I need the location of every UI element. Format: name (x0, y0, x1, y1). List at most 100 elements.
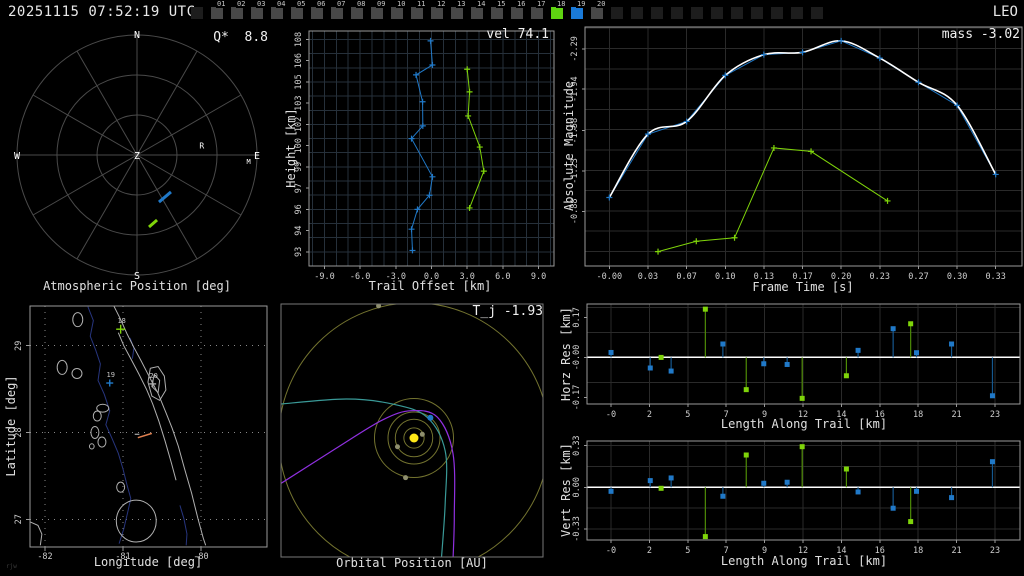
frame-cell-empty-25 (690, 0, 710, 22)
svg-text:0.30: 0.30 (947, 272, 967, 282)
svg-text:-0: -0 (606, 546, 616, 556)
frame-cell-empty-29 (770, 0, 790, 22)
svg-text:9.0: 9.0 (531, 272, 546, 282)
frame-cell-06[interactable]: 06 (310, 0, 330, 22)
frame-cell-17[interactable]: 17 (530, 0, 550, 22)
frame-cell-02[interactable]: 02 (230, 0, 250, 22)
frame-square (271, 7, 283, 19)
svg-text:Z: Z (134, 151, 140, 162)
svg-text:19: 19 (107, 371, 115, 379)
frame-square (231, 7, 243, 19)
frame-cell-08[interactable]: 08 (350, 0, 370, 22)
station-marker-19: 19 (106, 371, 115, 387)
svg-text:0.27: 0.27 (908, 272, 928, 282)
frame-square (591, 7, 603, 19)
svg-text:-2.29: -2.29 (570, 36, 580, 62)
frame-cell-15[interactable]: 15 (490, 0, 510, 22)
frame-selector-strip[interactable]: 01 02 03 04 05 06 07 08 09 10 11 12 13 14 15 16 17 18 19 20 (190, 0, 830, 22)
frame-number: 07 (336, 0, 347, 8)
vert-res-chart-grid (587, 441, 1020, 540)
frame-cell-05[interactable]: 05 (290, 0, 310, 22)
frame-square (631, 7, 643, 19)
frame-square (191, 7, 203, 19)
timestamp: 20251115 07:52:19 UTC (8, 4, 196, 20)
frame-square (311, 7, 323, 19)
svg-text:5: 5 (685, 546, 690, 556)
frame-number: 12 (436, 0, 447, 8)
svg-text:108: 108 (294, 32, 304, 47)
frame-cell-empty-23 (650, 0, 670, 22)
frame-number: 08 (356, 0, 367, 8)
length-along-trail-xlabel-2: Length Along Trail [km] (720, 554, 888, 568)
magnitude-chart: -0.00 0.03 0.07 0.10 0.13 0.17 0.20 0.23 0.27 0.3… (570, 26, 1023, 282)
frame-cell-empty-22 (630, 0, 650, 22)
frame-number: 05 (296, 0, 307, 8)
svg-text:0.33: 0.33 (985, 272, 1005, 282)
height-ylabel: Height [km] (284, 108, 298, 188)
svg-text:0.03: 0.03 (638, 272, 658, 282)
svg-text:23: 23 (990, 410, 1000, 420)
frame-square (451, 7, 463, 19)
tisserand-label: T_j -1.93 (472, 304, 543, 319)
frame-cell-empty-26 (710, 0, 730, 22)
svg-text:W: W (14, 151, 21, 162)
svg-text:-0.17: -0.17 (572, 385, 582, 411)
svg-text:0.17: 0.17 (572, 307, 582, 327)
frame-cell-12[interactable]: 12 (430, 0, 450, 22)
frame-cell-11[interactable]: 11 (410, 0, 430, 22)
svg-text:-0: -0 (606, 410, 616, 420)
frame-cell-16[interactable]: 16 (510, 0, 530, 22)
vert-res-ylabel: Vert Res [km] (559, 443, 573, 537)
frame-cell-07[interactable]: 07 (330, 0, 350, 22)
frame-cell-04[interactable]: 04 (270, 0, 290, 22)
svg-text:93: 93 (294, 247, 304, 257)
frame-cell-10[interactable]: 10 (390, 0, 410, 22)
frame-cell-20[interactable]: 20 (590, 0, 610, 22)
horz-res-chart-stems (608, 306, 995, 401)
frame-square (751, 7, 763, 19)
orbital-inner (281, 304, 543, 557)
frame-square (691, 7, 703, 19)
frame-number: 02 (236, 0, 247, 8)
svg-text:94: 94 (294, 225, 304, 235)
svg-text:96: 96 (294, 204, 304, 214)
map-frame (26, 305, 268, 551)
frame-square (571, 7, 583, 19)
frame-number: 17 (536, 0, 547, 8)
frame-cell-19[interactable]: 19 (570, 0, 590, 22)
frame-square (651, 7, 663, 19)
frame-cell-empty-31 (810, 0, 830, 22)
svg-text:105: 105 (294, 74, 304, 89)
frame-cell-empty-27 (730, 0, 750, 22)
horz-res-chart: -0 2 5 7 9 12 14 16 18 21 230.17-0.00-0.17 (572, 303, 1021, 420)
frame-number: 10 (396, 0, 407, 8)
frame-square (731, 7, 743, 19)
frame-cell-18[interactable]: 18 (550, 0, 570, 22)
frame-square (251, 7, 263, 19)
frame-square (211, 7, 223, 19)
trail-offset-chart: -9.0 -6.0 -3.0 0.0 3.0 6.0 9.09394969799100102… (294, 30, 555, 282)
frame-cell-09[interactable]: 09 (370, 0, 390, 22)
frame-number: 18 (556, 0, 567, 8)
q-value-label: Q* 8.8 (213, 30, 268, 45)
frame-square (551, 7, 563, 19)
frame-cell-14[interactable]: 14 (470, 0, 490, 22)
mode-label: LEO (992, 4, 1018, 20)
frame-number: 14 (476, 0, 487, 8)
vert-res-chart-stems (608, 444, 995, 540)
svg-text:20: 20 (149, 372, 157, 380)
frame-cell-empty-30 (790, 0, 810, 22)
svg-text:E: E (254, 151, 260, 162)
trail-offset-chart-grid (309, 31, 554, 266)
frame-square (711, 7, 723, 19)
svg-text:21: 21 (951, 410, 961, 420)
frame-square (791, 7, 803, 19)
frame-cell-03[interactable]: 03 (250, 0, 270, 22)
magnitude-chart-grid (585, 27, 1022, 266)
svg-text:106: 106 (294, 53, 304, 68)
frame-cell-01[interactable]: 01 (210, 0, 230, 22)
frame-time-xlabel: Frame Time [s] (752, 280, 854, 294)
frame-cell-13[interactable]: 13 (450, 0, 470, 22)
latitude-ylabel: Latitude [deg] (4, 375, 18, 477)
frame-square (531, 7, 543, 19)
